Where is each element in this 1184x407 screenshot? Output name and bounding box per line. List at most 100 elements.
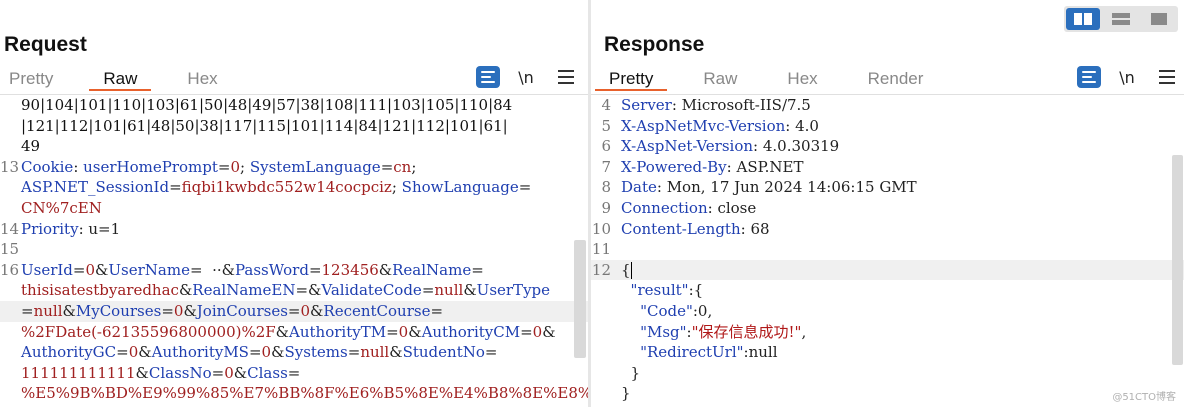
menu-icon[interactable] — [558, 70, 574, 84]
code-token: RecentCourse — [323, 301, 431, 320]
code-text: ASP.NET_SessionId=fiqbi1kwbdc552w14cocpc… — [21, 177, 531, 198]
code-token: & — [271, 343, 285, 362]
tab-hex[interactable]: Hex — [187, 66, 217, 94]
code-text: Date: Mon, 17 Jun 2024 14:06:15 GMT — [621, 177, 917, 198]
line-number: 7 — [601, 157, 611, 176]
code-token: & — [62, 301, 76, 320]
code-token: cn — [393, 157, 412, 176]
tab-pretty[interactable]: Pretty — [9, 66, 53, 94]
code-token: RealNameEN — [192, 281, 296, 300]
code-token: X-AspNetMvc-Version — [621, 116, 786, 135]
code-token: 123456 — [321, 260, 379, 279]
code-line: |121|112|101|61|48|50|38|117|115|101|114… — [0, 116, 588, 137]
code-token: AuthorityCM — [421, 322, 521, 341]
menu-icon[interactable] — [1159, 70, 1175, 84]
layout-toggle — [1064, 6, 1178, 32]
code-text: X-AspNet-Version: 4.0.30319 — [621, 136, 839, 157]
code-token: ; — [240, 157, 250, 176]
code-line: %E5%9B%BD%E9%99%85%E7%BB%8F%E6%B5%8E%E4%… — [0, 383, 588, 404]
tab-pretty[interactable]: Pretty — [594, 66, 668, 94]
code-token: UserId — [21, 260, 73, 279]
code-token: , — [801, 322, 807, 341]
response-editor[interactable]: 4 Server: Microsoft-IIS/7.5 5 X-AspNetMvc-V… — [591, 95, 1184, 407]
response-toolbar: \n — [1077, 66, 1175, 88]
code-token: & — [183, 301, 197, 320]
code-token: 0 — [128, 343, 139, 362]
code-token: X-Powered-By — [621, 157, 727, 176]
code-text: "result":{ — [621, 280, 704, 301]
code-token: ShowLanguage — [401, 178, 519, 197]
code-line: 10 Content-Length: 68 — [591, 219, 1184, 240]
code-token: = — [211, 363, 225, 382]
single-icon[interactable] — [1142, 8, 1176, 30]
code-token: & — [135, 363, 149, 382]
code-token: = — [520, 322, 533, 341]
code-text: X-AspNetMvc-Version: 4.0 — [621, 116, 819, 137]
code-token: & — [138, 343, 152, 362]
code-token: = — [380, 157, 394, 176]
code-token: :0, — [692, 301, 713, 320]
code-token: & — [542, 322, 556, 341]
code-text: "RedirectUrl":null — [621, 342, 778, 363]
code-token: } — [621, 384, 631, 403]
word-wrap-icon[interactable] — [1077, 66, 1101, 88]
code-line: "RedirectUrl":null — [591, 342, 1184, 363]
code-token: AuthorityGC — [21, 343, 117, 362]
code-token: ASP.NET_SessionId — [21, 178, 170, 197]
stacked-icon[interactable] — [1104, 8, 1138, 30]
code-token: & — [378, 260, 393, 279]
code-token: = — [72, 260, 86, 279]
code-token: 111111111111 — [21, 363, 136, 382]
code-line: 14 Priority: u=1 — [0, 219, 588, 240]
code-token: & — [233, 363, 248, 382]
tab-hex[interactable]: Hex — [787, 66, 817, 94]
code-token: Server — [621, 96, 672, 114]
tab-render[interactable]: Render — [868, 66, 924, 94]
code-token: Class — [247, 363, 288, 382]
code-line: "result":{ — [591, 280, 1184, 301]
code-text: 111111111111&ClassNo=0&Class= — [21, 363, 300, 384]
request-editor[interactable]: 90|104|101|110|103|61|50|48|49|57|38|108… — [0, 95, 588, 407]
code-text: 49 — [21, 136, 40, 157]
code-text: Cookie: userHomePrompt=0; SystemLanguage… — [21, 157, 416, 178]
code-text: } — [621, 363, 641, 384]
request-scrollbar[interactable] — [574, 240, 586, 358]
response-pane: Response Pretty Raw Hex Render \n 4 Server: … — [591, 0, 1184, 407]
code-text: thisisatestbyaredhac&RealNameEN=&Validat… — [21, 280, 550, 301]
response-scrollbar[interactable] — [1172, 155, 1183, 365]
code-token: 90|104|101|110|103|61|50|48|49|57|38|108… — [21, 96, 513, 114]
code-token: : 4.0 — [785, 116, 819, 135]
code-text: X-Powered-By: ASP.NET — [621, 157, 804, 178]
tab-raw[interactable]: Raw — [89, 66, 152, 94]
code-line: 15 — [0, 239, 588, 260]
code-token: Content-Length — [621, 219, 741, 238]
show-newlines-button[interactable]: \n — [512, 68, 540, 87]
code-token: = — [169, 178, 182, 197]
code-token: :null — [743, 343, 778, 362]
show-newlines-button[interactable]: \n — [1113, 68, 1141, 87]
tab-raw[interactable]: Raw — [703, 66, 737, 94]
code-line: 12 { — [591, 259, 1184, 281]
code-token: = — [308, 260, 322, 279]
code-line: 6 X-AspNet-Version: 4.0.30319 — [591, 136, 1184, 157]
code-token: 0 — [230, 157, 241, 176]
code-token: : ASP.NET — [726, 157, 804, 176]
word-wrap-icon[interactable] — [476, 66, 500, 88]
code-token: userHomePrompt — [83, 157, 218, 176]
code-token: AuthorityTM — [289, 322, 387, 341]
code-token: = — [518, 178, 532, 197]
code-token: fiqbi1kwbdc552w14cocpciz — [181, 178, 392, 197]
side-by-side-icon[interactable] — [1066, 8, 1100, 30]
code-token: & — [408, 322, 422, 341]
code-token: = — [287, 301, 301, 320]
code-token: { — [621, 260, 631, 279]
code-token: = — [471, 260, 484, 279]
code-line: 11 — [591, 239, 1184, 260]
code-token: ValidateCode — [321, 281, 422, 300]
code-text: Priority: u=1 — [21, 219, 120, 240]
code-text: Server: Microsoft-IIS/7.5 — [621, 95, 811, 116]
code-line: 16 UserId=0&UserName= ··&PassWord=123456&… — [0, 260, 588, 281]
line-number: 11 — [591, 240, 611, 259]
